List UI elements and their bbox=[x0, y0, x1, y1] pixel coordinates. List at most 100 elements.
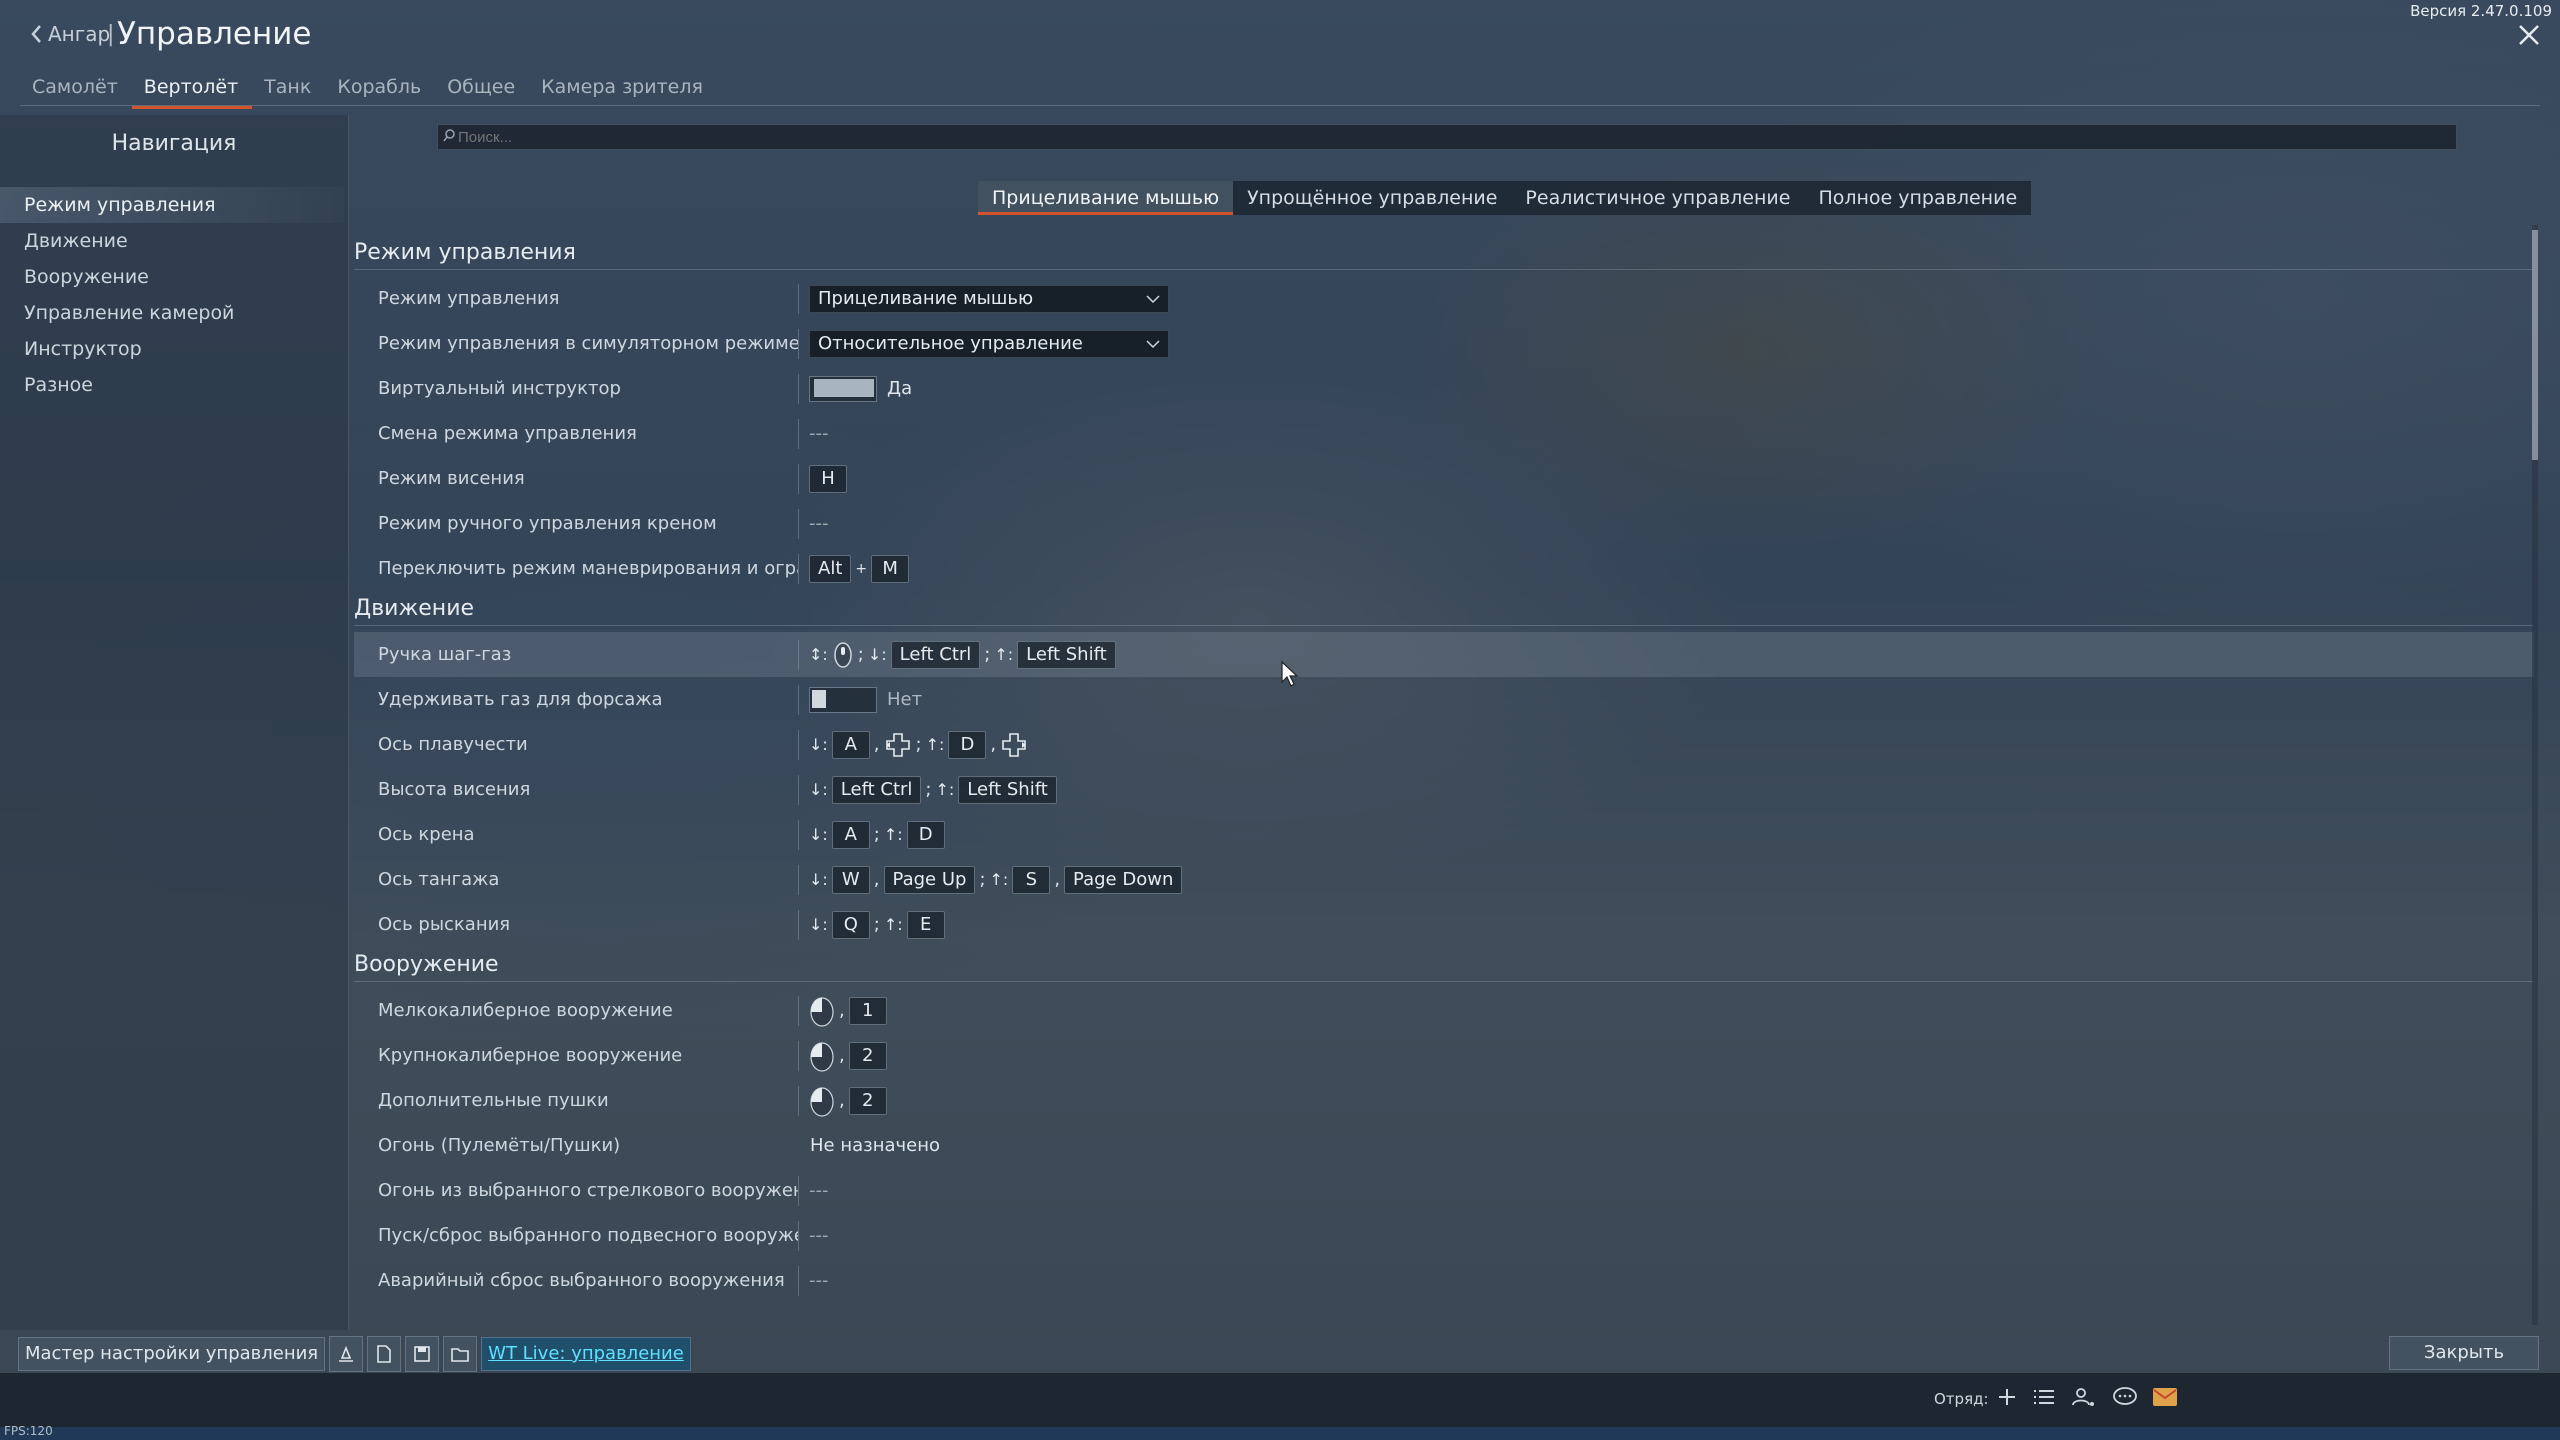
unassigned-value: --- bbox=[809, 513, 829, 534]
key-badge: H bbox=[809, 464, 847, 493]
setting-row[interactable]: Огонь из выбранного стрелкового вооружен… bbox=[354, 1168, 2534, 1213]
controls-wizard-button[interactable]: Мастер настройки управления bbox=[18, 1337, 326, 1371]
mode-full[interactable]: Полное управление bbox=[1804, 181, 2031, 215]
virtual-instructor-toggle[interactable] bbox=[809, 375, 877, 402]
search-input[interactable] bbox=[437, 124, 2457, 150]
afterburner-hold-toggle[interactable] bbox=[809, 686, 877, 713]
key-badge: Page Down bbox=[1064, 865, 1183, 894]
toggle-value: Да bbox=[887, 378, 913, 399]
setting-label: Ось крена bbox=[378, 824, 475, 845]
nav-title: Навигация bbox=[111, 131, 237, 156]
mouse-wheel-icon bbox=[834, 641, 852, 668]
tab-ship[interactable]: Корабль bbox=[325, 70, 435, 106]
chat-icon[interactable] bbox=[2112, 1386, 2138, 1408]
setting-row[interactable]: Пуск/сброс выбранного подвесного вооруже… bbox=[354, 1213, 2534, 1258]
setting-row[interactable]: Ось тангажа ↓: W , Page Up ; ↑: S , Page… bbox=[354, 857, 2534, 902]
setting-row[interactable]: Огонь (Пулемёты/Пушки) Не назначено bbox=[354, 1123, 2534, 1168]
tab-helicopter[interactable]: Вертолёт bbox=[131, 70, 253, 109]
key-badge: E bbox=[906, 910, 945, 939]
navigation-panel: Навигация Режим управления Движение Воор… bbox=[0, 115, 349, 1330]
tab-tank[interactable]: Танк bbox=[252, 70, 325, 106]
key-badge: Left Shift bbox=[1017, 640, 1116, 669]
chevron-down-icon bbox=[1146, 339, 1160, 348]
axis-increase-icon: ↑: bbox=[989, 870, 1009, 889]
row-divider bbox=[798, 418, 799, 449]
sim-control-mode-dropdown[interactable]: Относительное управление bbox=[809, 329, 1169, 358]
setting-row[interactable]: Ось крена ↓: A ; ↑: D bbox=[354, 812, 2534, 857]
wt-live-controls-link[interactable]: WT Live: управление bbox=[481, 1337, 691, 1371]
control-mode-dropdown[interactable]: Прицеливание мышью bbox=[809, 284, 1169, 313]
setting-row[interactable]: Мелкокалиберное вооружение , 1 bbox=[354, 988, 2534, 1033]
row-divider bbox=[798, 1265, 799, 1296]
setting-label: Ручка шаг-газ bbox=[378, 644, 512, 665]
mode-simplified[interactable]: Упрощённое управление bbox=[1233, 181, 1511, 215]
setting-label: Крупнокалиберное вооружение bbox=[378, 1045, 683, 1066]
list-icon[interactable] bbox=[2032, 1386, 2056, 1408]
setting-row[interactable]: Режим висения H bbox=[354, 456, 2534, 501]
scrollbar-thumb[interactable] bbox=[2532, 230, 2538, 460]
setting-row[interactable]: Ось рыскания ↓: Q ; ↑: E bbox=[354, 902, 2534, 947]
nav-item-movement[interactable]: Движение bbox=[0, 223, 344, 259]
tab-spectator-camera[interactable]: Камера зрителя bbox=[529, 70, 717, 106]
setting-row[interactable]: Переключить режим маневрирования и огра … bbox=[354, 546, 2534, 591]
row-divider bbox=[798, 864, 799, 895]
axis-increase-icon: ↑: bbox=[925, 735, 945, 754]
axis-decrease-icon: ↓: bbox=[867, 645, 887, 664]
vehicle-tabs: Самолёт Вертолёт Танк Корабль Общее Каме… bbox=[20, 70, 717, 110]
nav-item-instructor[interactable]: Инструктор bbox=[0, 331, 344, 367]
load-folder-button[interactable] bbox=[443, 1336, 478, 1372]
open-file-button[interactable] bbox=[367, 1336, 402, 1372]
key-badge: 2 bbox=[848, 1086, 887, 1115]
key-badge: W bbox=[831, 865, 870, 894]
setting-row[interactable]: Аварийный сброс выбранного вооружения --… bbox=[354, 1258, 2534, 1303]
unassigned-value: --- bbox=[809, 1225, 829, 1246]
axis-decrease-icon: ↓: bbox=[809, 825, 828, 844]
tab-common[interactable]: Общее bbox=[435, 70, 529, 106]
row-divider bbox=[798, 373, 799, 404]
settings-list: Режим управления Режим управления Прицел… bbox=[354, 237, 2534, 1327]
nav-item-weapons[interactable]: Вооружение bbox=[0, 259, 344, 295]
unassigned-value: --- bbox=[809, 1180, 829, 1201]
close-button[interactable]: Закрыть bbox=[2389, 1336, 2539, 1370]
key-badge: 2 bbox=[848, 1041, 887, 1070]
setting-row[interactable]: Ручка шаг-газ ↕: ; ↓: Left Ctrl ; ↑: Lef… bbox=[354, 632, 2534, 677]
row-divider bbox=[798, 283, 799, 314]
nav-item-camera[interactable]: Управление камерой bbox=[0, 295, 344, 331]
back-label: Ангар bbox=[48, 22, 111, 46]
plus-icon[interactable] bbox=[1996, 1386, 2018, 1408]
axis-decrease-icon: ↓: bbox=[809, 780, 828, 799]
nav-item-misc[interactable]: Разное bbox=[0, 367, 344, 403]
mode-realistic[interactable]: Реалистичное управление bbox=[1511, 181, 1804, 215]
setting-label: Ось тангажа bbox=[378, 869, 500, 890]
axis-increase-icon: ↑: bbox=[883, 825, 903, 844]
contacts-icon[interactable] bbox=[2070, 1385, 2098, 1409]
axis-decrease-icon: ↓: bbox=[809, 870, 828, 889]
key-badge: Q bbox=[831, 910, 870, 939]
setting-row[interactable]: Смена режима управления --- bbox=[354, 411, 2534, 456]
setting-row[interactable]: Режим ручного управления креном --- bbox=[354, 501, 2534, 546]
axis-decrease-icon: ↓: bbox=[809, 915, 828, 934]
key-badge: 1 bbox=[848, 996, 887, 1025]
key-badge: M bbox=[871, 554, 910, 583]
setting-row[interactable]: Виртуальный инструктор Да bbox=[354, 366, 2534, 411]
setting-row[interactable]: Высота висения ↓: Left Ctrl ; ↑: Left Sh… bbox=[354, 767, 2534, 812]
setting-row[interactable]: Дополнительные пушки , 2 bbox=[354, 1078, 2534, 1123]
close-icon[interactable] bbox=[2514, 20, 2544, 50]
setting-row[interactable]: Ось плавучести ↓: A , ; ↑: D , bbox=[354, 722, 2534, 767]
save-button[interactable] bbox=[405, 1336, 440, 1372]
back-to-hangar-button[interactable]: Ангар bbox=[30, 22, 110, 46]
setting-row[interactable]: Удерживать газ для форсажа Нет bbox=[354, 677, 2534, 722]
mode-mouse-aim[interactable]: Прицеливание мышью bbox=[978, 181, 1234, 215]
nav-item-control-mode[interactable]: Режим управления bbox=[0, 187, 344, 223]
setting-label: Режим ручного управления креном bbox=[378, 513, 717, 534]
axis-increase-icon: ↑: bbox=[883, 915, 903, 934]
key-badge: Left Shift bbox=[958, 775, 1057, 804]
setting-row[interactable]: Режим управления Прицеливание мышью bbox=[354, 276, 2534, 321]
import-preset-button[interactable] bbox=[329, 1336, 364, 1372]
setting-label: Режим управления bbox=[378, 288, 560, 309]
setting-row[interactable]: Режим управления в симуляторном режиме О… bbox=[354, 321, 2534, 366]
mail-icon[interactable] bbox=[2152, 1386, 2178, 1408]
row-divider bbox=[798, 774, 799, 805]
tab-aircraft[interactable]: Самолёт bbox=[20, 70, 132, 106]
setting-row[interactable]: Крупнокалиберное вооружение , 2 bbox=[354, 1033, 2534, 1078]
